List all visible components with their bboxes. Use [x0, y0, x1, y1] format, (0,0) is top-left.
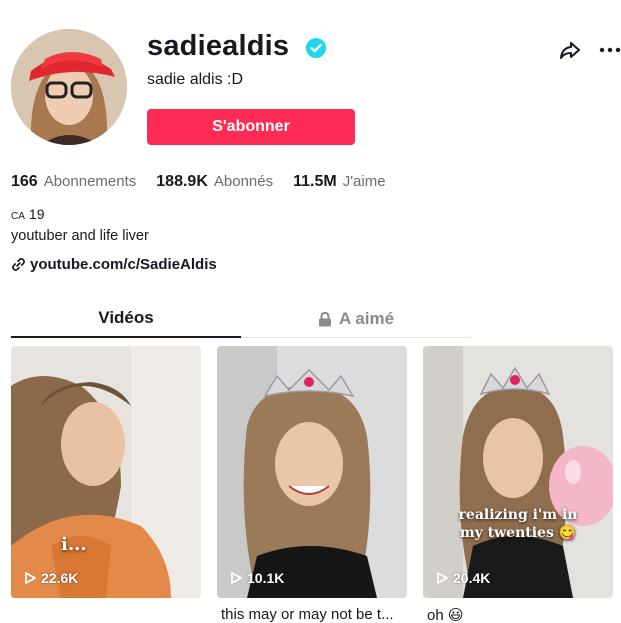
- stat-following[interactable]: 166 Abonnements: [11, 173, 136, 191]
- lock-icon: [318, 311, 331, 326]
- more-dots-icon[interactable]: [598, 38, 621, 62]
- stat-label: Abonnés: [213, 173, 274, 190]
- video-views-count: 10.1K: [247, 570, 285, 586]
- stat-likes: 11.5M J'aime: [293, 173, 385, 191]
- video-thumbnail: [11, 346, 201, 598]
- bio-link-text: youtube.com/c/SadieAldis: [30, 256, 217, 273]
- tab-liked[interactable]: A aimé: [241, 300, 471, 338]
- profile-avatar[interactable]: [11, 29, 127, 145]
- tab-videos[interactable]: Vidéos: [11, 300, 241, 338]
- play-icon: [25, 572, 36, 584]
- profile-username: sadiealdis: [147, 30, 290, 62]
- profile-stats: 166 Abonnements 188.9K Abonnés 11.5M J'a…: [11, 173, 406, 191]
- follow-button[interactable]: S'abonner: [147, 109, 355, 145]
- profile-nickname: sadie aldis :D: [147, 71, 244, 88]
- video-thumbnail: [217, 346, 407, 598]
- bio-location: CA: [11, 211, 25, 222]
- video-caption-2[interactable]: this may or may not be t...: [221, 606, 407, 623]
- video-views-count: 20.4K: [453, 570, 491, 586]
- bio-line-1: CA 19: [11, 206, 44, 222]
- play-icon: [231, 572, 242, 584]
- tab-label: Vidéos: [98, 308, 154, 327]
- video-card-2[interactable]: 10.1K: [217, 346, 407, 598]
- video-card-3[interactable]: realizing i'm in my twenties 😋 20.4K: [423, 346, 613, 598]
- share-arrow-icon[interactable]: [558, 38, 582, 62]
- link-icon: [12, 258, 25, 271]
- bio-link[interactable]: youtube.com/c/SadieAldis: [11, 256, 217, 273]
- stat-value: 188.9K: [156, 173, 208, 190]
- video-overlay-line-1: realizing i'm in: [458, 507, 578, 523]
- video-views-count: 22.6K: [41, 570, 79, 586]
- tab-label: A aimé: [338, 309, 395, 328]
- video-views: 22.6K: [23, 570, 78, 586]
- stat-followers[interactable]: 188.9K Abonnés: [156, 173, 273, 191]
- bio-age: 19: [28, 206, 45, 222]
- video-overlay-text: i...: [61, 534, 87, 555]
- video-card-1[interactable]: i... 22.6K: [11, 346, 201, 598]
- stat-value: 166: [11, 173, 38, 190]
- verified-badge-icon: [306, 38, 326, 58]
- stat-label: J'aime: [342, 173, 386, 190]
- stat-label: Abonnements: [43, 173, 137, 190]
- video-overlay-line-2: my twenties 😋: [459, 525, 577, 541]
- video-thumbnail: [423, 346, 613, 598]
- video-views: 20.4K: [435, 570, 490, 586]
- video-overlay-text: realizing i'm in my twenties 😋: [423, 506, 613, 542]
- bio-line-2: youtuber and life liver: [11, 228, 149, 244]
- play-icon: [437, 572, 448, 584]
- stat-value: 11.5M: [293, 173, 337, 190]
- video-views: 10.1K: [229, 570, 284, 586]
- video-caption-3[interactable]: oh 😃: [427, 606, 613, 623]
- profile-tabs: Vidéos A aimé: [11, 300, 471, 338]
